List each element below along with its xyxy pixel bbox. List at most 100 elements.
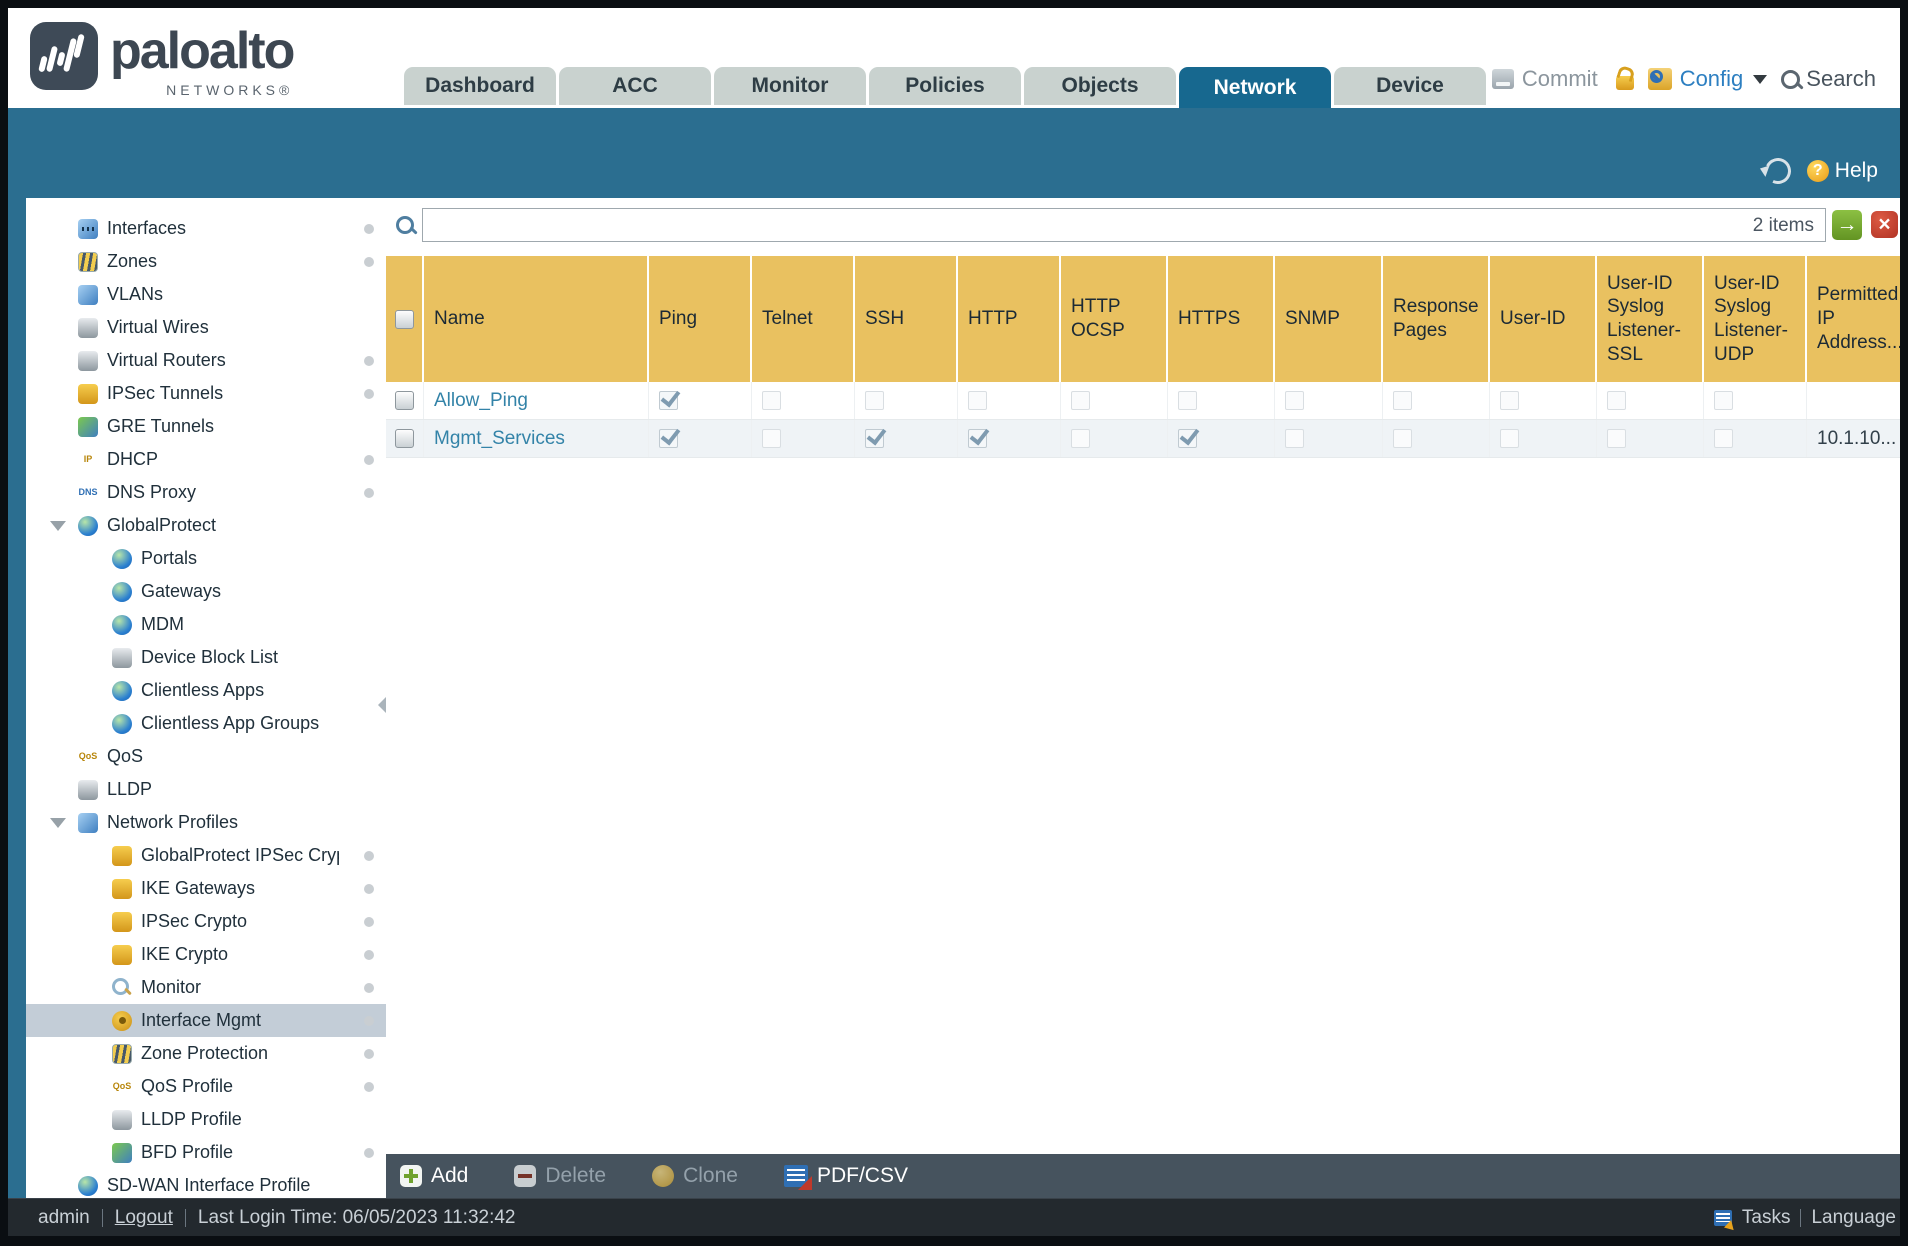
tree-expander-icon[interactable] xyxy=(50,817,66,828)
telnet-checkbox-unchecked[interactable] xyxy=(762,429,781,448)
sidebar-item-zones[interactable]: Zones xyxy=(26,245,386,278)
response-pages-checkbox-unchecked[interactable] xyxy=(1393,391,1412,410)
item-options-dot[interactable] xyxy=(364,1081,374,1092)
sidebar-item-gateways[interactable]: Gateways xyxy=(26,575,386,608)
sidebar-item-monitor[interactable]: Monitor xyxy=(26,971,386,1004)
column-header-name[interactable]: Name xyxy=(424,256,649,382)
sidebar-item-network-profiles[interactable]: Network Profiles xyxy=(26,806,386,839)
sidebar-item-virtual-routers[interactable]: Virtual Routers xyxy=(26,344,386,377)
profile-name-link[interactable]: Mgmt_Services xyxy=(434,428,565,450)
snmp-checkbox-unchecked[interactable] xyxy=(1285,429,1304,448)
item-options-dot[interactable] xyxy=(364,1147,374,1158)
filter-search-input[interactable] xyxy=(422,208,1826,242)
http-checkbox-checked[interactable] xyxy=(968,429,987,448)
tab-acc[interactable]: ACC xyxy=(559,67,711,105)
column-header-response-pages[interactable]: Response Pages xyxy=(1383,256,1490,382)
sidebar-item-lldp[interactable]: LLDP xyxy=(26,773,386,806)
sidebar-item-zone-protection[interactable]: Zone Protection xyxy=(26,1037,386,1070)
column-header-http-ocsp[interactable]: HTTP OCSP xyxy=(1061,256,1168,382)
ping-checkbox-checked[interactable] xyxy=(659,391,678,410)
ssh-checkbox-unchecked[interactable] xyxy=(865,391,884,410)
sidebar-item-bfd-profile[interactable]: BFD Profile xyxy=(26,1136,386,1169)
item-options-dot[interactable] xyxy=(364,916,374,927)
help-button[interactable]: ? Help xyxy=(1806,159,1878,183)
tab-policies[interactable]: Policies xyxy=(869,67,1021,105)
tab-device[interactable]: Device xyxy=(1334,67,1486,105)
item-options-dot[interactable] xyxy=(364,949,374,960)
row-checkbox[interactable] xyxy=(395,429,414,448)
sidebar-item-gre-tunnels[interactable]: GRE Tunnels xyxy=(26,410,386,443)
sidebar-item-ipsec-crypto[interactable]: IPSec Crypto xyxy=(26,905,386,938)
refresh-icon[interactable] xyxy=(1761,154,1795,188)
item-options-dot[interactable] xyxy=(364,355,374,366)
item-options-dot[interactable] xyxy=(364,1048,374,1059)
sidebar-item-virtual-wires[interactable]: Virtual Wires xyxy=(26,311,386,344)
item-options-dot[interactable] xyxy=(364,256,374,267)
item-options-dot[interactable] xyxy=(364,883,374,894)
language-button[interactable]: Language xyxy=(1811,1207,1896,1229)
column-header-user-id-syslog-listener-ssl[interactable]: User-ID Syslog Listener-SSL xyxy=(1597,256,1704,382)
sidebar-item-portals[interactable]: Portals xyxy=(26,542,386,575)
column-header-user-id[interactable]: User-ID xyxy=(1490,256,1597,382)
add-button[interactable]: Add xyxy=(400,1164,468,1188)
telnet-checkbox-unchecked[interactable] xyxy=(762,391,781,410)
user-id-syslog-listener-ssl-checkbox-unchecked[interactable] xyxy=(1607,391,1626,410)
column-header-user-id-syslog-listener-udp[interactable]: User-ID Syslog Listener-UDP xyxy=(1704,256,1807,382)
sidebar-item-qos[interactable]: QoS QoS xyxy=(26,740,386,773)
user-id-syslog-listener-ssl-checkbox-unchecked[interactable] xyxy=(1607,429,1626,448)
https-checkbox-checked[interactable] xyxy=(1178,429,1197,448)
user-id-syslog-listener-udp-checkbox-unchecked[interactable] xyxy=(1714,429,1733,448)
column-header-ping[interactable]: Ping xyxy=(649,256,752,382)
select-all-checkbox[interactable] xyxy=(394,309,414,329)
sidebar-item-device-block-list[interactable]: Device Block List xyxy=(26,641,386,674)
sidebar-item-dhcp[interactable]: IP DHCP xyxy=(26,443,386,476)
profile-name-link[interactable]: Allow_Ping xyxy=(434,390,528,412)
column-header-telnet[interactable]: Telnet xyxy=(752,256,855,382)
row-checkbox[interactable] xyxy=(395,391,414,410)
column-header-https[interactable]: HTTPS xyxy=(1168,256,1275,382)
snmp-checkbox-unchecked[interactable] xyxy=(1285,391,1304,410)
tab-network[interactable]: Network xyxy=(1179,67,1331,108)
lock-icon[interactable] xyxy=(1615,76,1634,90)
sidebar-item-vlans[interactable]: VLANs xyxy=(26,278,386,311)
sidebar-item-globalprotect[interactable]: GlobalProtect xyxy=(26,509,386,542)
sidebar-item-ipsec-tunnels[interactable]: IPSec Tunnels xyxy=(26,377,386,410)
item-options-dot[interactable] xyxy=(364,388,374,399)
sidebar-item-globalprotect-ipsec-crypto[interactable]: GlobalProtect IPSec Crypto xyxy=(26,839,386,872)
https-checkbox-unchecked[interactable] xyxy=(1178,391,1197,410)
user-id-checkbox-unchecked[interactable] xyxy=(1500,429,1519,448)
sidebar-item-ike-crypto[interactable]: IKE Crypto xyxy=(26,938,386,971)
item-options-dot[interactable] xyxy=(364,982,374,993)
user-id-syslog-listener-udp-checkbox-unchecked[interactable] xyxy=(1714,391,1733,410)
item-options-dot[interactable] xyxy=(364,223,374,234)
config-menu-button[interactable]: Config xyxy=(1647,66,1768,92)
column-header-permitted-ip-address[interactable]: Permitted IP Address... xyxy=(1807,256,1900,382)
column-header-snmp[interactable]: SNMP xyxy=(1275,256,1383,382)
item-options-dot[interactable] xyxy=(364,454,374,465)
apply-filter-button[interactable]: → xyxy=(1832,210,1862,240)
column-header-http[interactable]: HTTP xyxy=(958,256,1061,382)
user-id-checkbox-unchecked[interactable] xyxy=(1500,391,1519,410)
ssh-checkbox-checked[interactable] xyxy=(865,429,884,448)
tab-dashboard[interactable]: Dashboard xyxy=(404,67,556,105)
http-ocsp-checkbox-unchecked[interactable] xyxy=(1071,429,1090,448)
sidebar-item-clientless-apps[interactable]: Clientless Apps xyxy=(26,674,386,707)
pdf-csv-button[interactable]: PDF/CSV xyxy=(783,1164,908,1190)
sidebar-item-ike-gateways[interactable]: IKE Gateways xyxy=(26,872,386,905)
response-pages-checkbox-unchecked[interactable] xyxy=(1393,429,1412,448)
sidebar-item-lldp-profile[interactable]: LLDP Profile xyxy=(26,1103,386,1136)
commit-button[interactable]: Commit xyxy=(1491,66,1598,92)
global-search-button[interactable]: Search xyxy=(1781,66,1876,92)
clear-filter-button[interactable]: × xyxy=(1871,211,1898,238)
sidebar-item-interfaces[interactable]: Interfaces xyxy=(26,212,386,245)
item-options-dot[interactable] xyxy=(364,487,374,498)
tab-objects[interactable]: Objects xyxy=(1024,67,1176,105)
item-options-dot[interactable] xyxy=(364,850,374,861)
logout-link[interactable]: Logout xyxy=(115,1207,173,1229)
tab-monitor[interactable]: Monitor xyxy=(714,67,866,105)
sidebar-item-mdm[interactable]: MDM xyxy=(26,608,386,641)
sidebar-item-dns-proxy[interactable]: DNS DNS Proxy xyxy=(26,476,386,509)
http-ocsp-checkbox-unchecked[interactable] xyxy=(1071,391,1090,410)
sidebar-item-qos-profile[interactable]: QoS QoS Profile xyxy=(26,1070,386,1103)
ping-checkbox-checked[interactable] xyxy=(659,429,678,448)
